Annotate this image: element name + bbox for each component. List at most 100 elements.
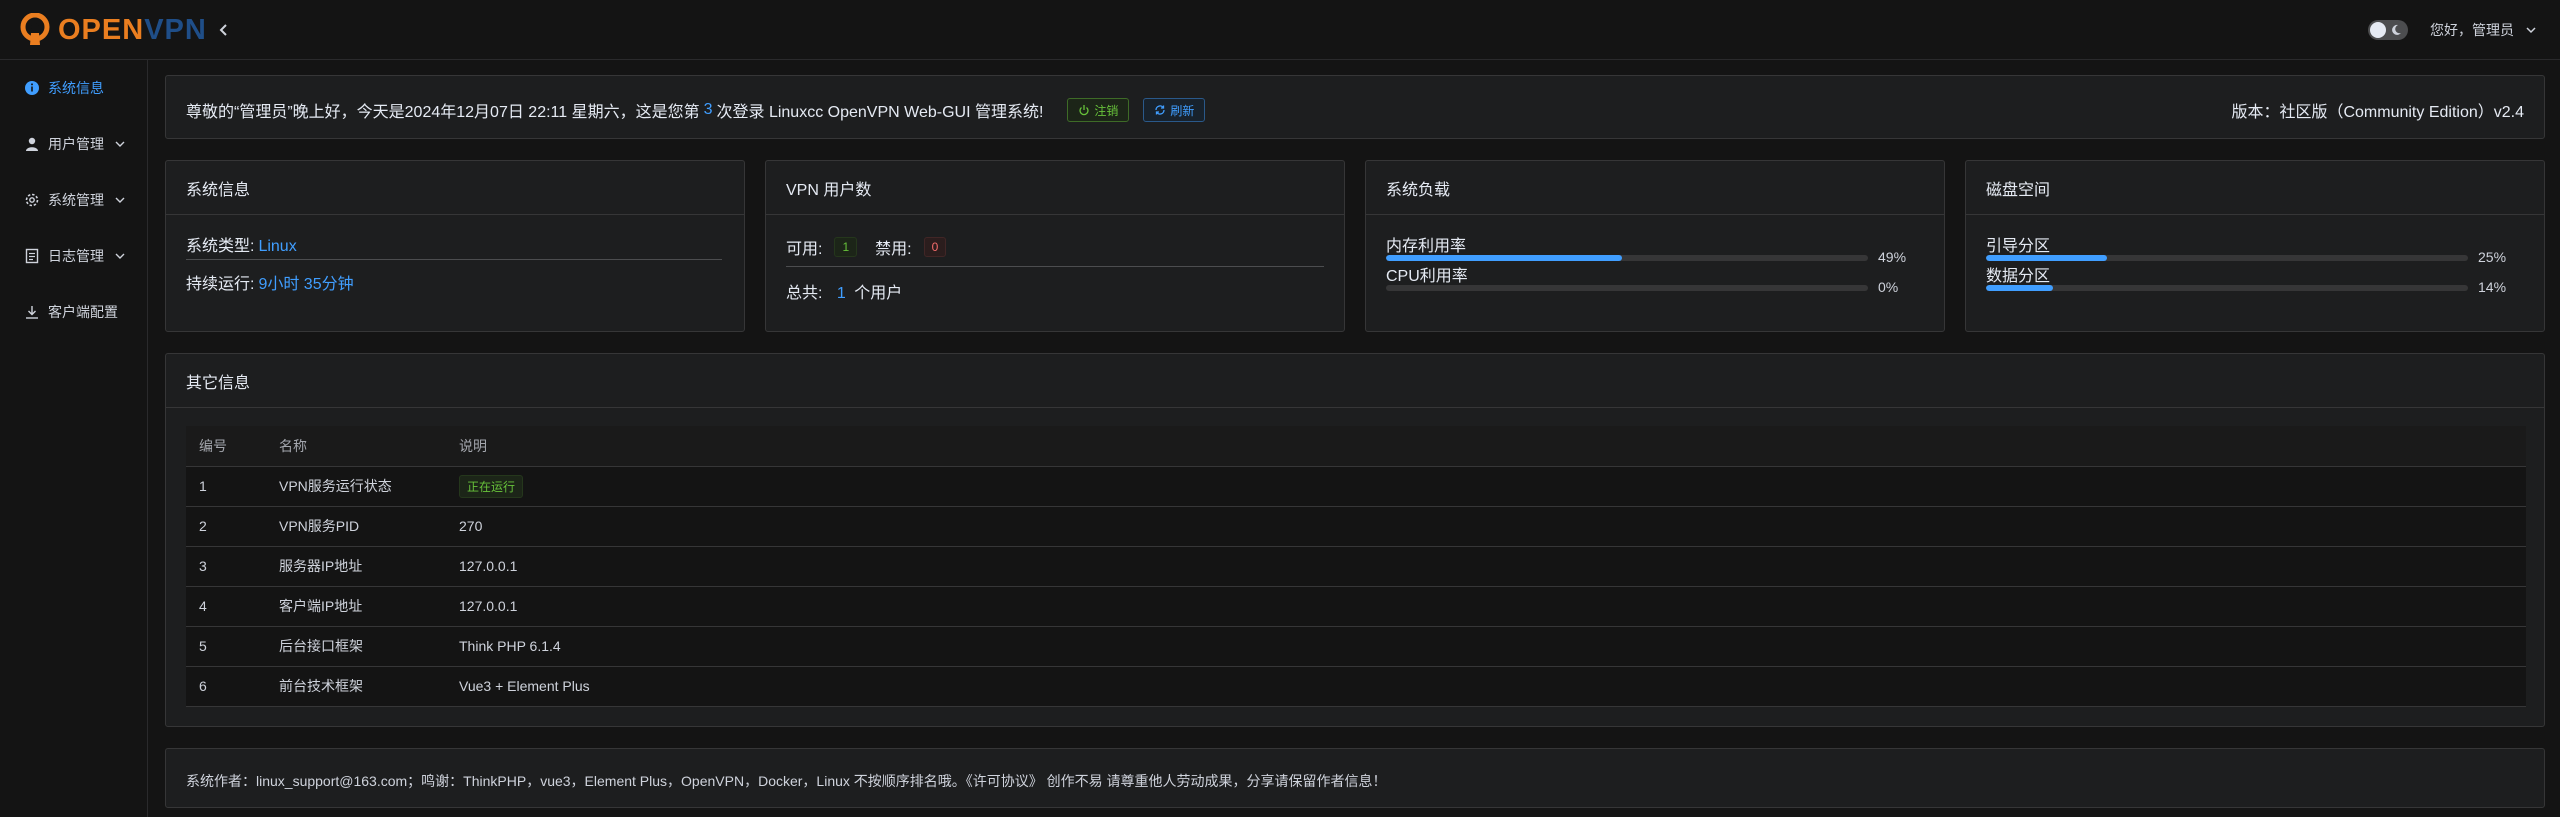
system-info-title: 系统信息	[166, 161, 744, 215]
table-row: 5 后台接口框架 Think PHP 6.1.4	[186, 626, 2526, 667]
sidebar-item-label: 用户管理	[48, 136, 104, 152]
table-header-row: 编号 名称 说明	[186, 426, 2526, 467]
memory-usage-bar	[1386, 255, 1868, 261]
row-id: 3	[186, 546, 266, 587]
other-info-card: 其它信息 编号 名称 说明 1 VPN服务运行状态 正在运行 2 VPN服务PID 270…	[165, 353, 2545, 727]
user-greeting[interactable]: 您好，管理员	[2430, 20, 2514, 40]
disabled-count-badge: 0	[923, 237, 947, 257]
sidebar-item-system-management[interactable]: 系统管理	[0, 172, 147, 228]
sidebar-item-label: 系统信息	[48, 80, 104, 96]
sidebar-item-label: 客户端配置	[48, 304, 118, 320]
row-id: 6	[186, 666, 266, 707]
chevron-down-icon	[115, 253, 125, 259]
row-name: VPN服务PID	[266, 506, 446, 547]
data-partition-percent: 14%	[2478, 279, 2507, 295]
openvpn-logo[interactable]: OPENVPN	[18, 12, 207, 48]
refresh-label: 刷新	[1170, 103, 1195, 118]
memory-usage-label: 内存利用率	[1386, 238, 1467, 255]
table-row: 1 VPN服务运行状态 正在运行	[186, 466, 2526, 507]
disk-space-title: 磁盘空间	[1966, 161, 2544, 215]
row-description: 127.0.0.1	[446, 546, 2526, 587]
openvpn-logo-icon	[20, 13, 50, 45]
disk-space-card: 磁盘空间 引导分区 25% 数据分区 14%	[1965, 160, 2545, 332]
sidebar-item-log-management[interactable]: 日志管理	[0, 228, 147, 284]
divider	[786, 266, 1324, 267]
header-right: 您好，管理员	[2368, 16, 2538, 44]
sidebar-item-user-management[interactable]: 用户管理	[0, 116, 147, 172]
enabled-label: 可用:	[786, 241, 823, 258]
sidebar-item-system-info[interactable]: 系统信息	[0, 60, 147, 116]
table-row: 3 服务器IP地址 127.0.0.1	[186, 546, 2526, 587]
footer-credits: 系统作者：linux_support@163.com；鸣谢：ThinkPHP，v…	[186, 773, 1387, 789]
system-type-value: Linux	[258, 238, 297, 255]
column-header-description[interactable]: 说明	[446, 426, 2526, 467]
boot-partition-label: 引导分区	[1986, 238, 2051, 255]
system-type-row: 系统类型: Linux	[186, 232, 297, 256]
welcome-card: 尊敬的“管理员”晚上好，今天是2024年12月07日 22:11 星期六，这是您…	[165, 75, 2545, 139]
collapse-sidebar-button[interactable]	[214, 18, 234, 42]
sidebar-item-client-config[interactable]: 客户端配置	[0, 284, 147, 340]
memory-usage-percent: 49%	[1878, 249, 1907, 265]
logout-label: 注销	[1094, 103, 1119, 118]
top-header: OPENVPN 您好，管理员	[0, 0, 2560, 60]
login-count: 3	[703, 101, 713, 118]
disabled-label: 禁用:	[875, 241, 912, 258]
vpn-users-card: VPN 用户数 可用: 1 禁用: 0 总共: 1 个用户	[765, 160, 1345, 332]
row-id: 5	[186, 626, 266, 667]
uptime-value: 9小时 35分钟	[258, 276, 354, 293]
total-label: 总共:	[786, 285, 823, 302]
theme-toggle-knob	[2370, 22, 2386, 38]
chevron-down-icon[interactable]	[2524, 23, 2538, 37]
system-info-card: 系统信息 系统类型: Linux 持续运行: 9小时 35分钟	[165, 160, 745, 332]
logo-text-open: OPEN	[58, 13, 145, 46]
row-name: 客户端IP地址	[266, 586, 446, 627]
chevron-left-icon	[219, 24, 227, 36]
version-text: 版本：社区版（Community Edition）v2.4	[2231, 104, 2524, 121]
divider	[186, 259, 722, 260]
logout-button[interactable]: 注销	[1067, 98, 1130, 122]
theme-toggle[interactable]	[2368, 20, 2408, 40]
other-info-table: 编号 名称 说明 1 VPN服务运行状态 正在运行 2 VPN服务PID 270 3 服务器I…	[186, 426, 2526, 707]
column-header-name[interactable]: 名称	[266, 426, 446, 467]
vpn-users-title: VPN 用户数	[766, 161, 1344, 215]
gear-icon	[25, 193, 39, 207]
cpu-usage-percent: 0%	[1878, 279, 1899, 295]
row-id: 1	[186, 466, 266, 507]
service-status-badge: 正在运行	[459, 474, 524, 498]
system-load-card: 系统负载 内存利用率 49% CPU利用率 0%	[1365, 160, 1945, 332]
row-description: 127.0.0.1	[446, 586, 2526, 627]
total-unit: 个用户	[854, 285, 903, 302]
row-name: 服务器IP地址	[266, 546, 446, 587]
table-row: 2 VPN服务PID 270	[186, 506, 2526, 547]
data-partition-bar	[1986, 285, 2468, 291]
total-count: 1	[836, 285, 846, 302]
other-info-title: 其它信息	[166, 354, 2544, 408]
user-icon	[26, 137, 38, 151]
row-name: VPN服务运行状态	[266, 466, 446, 507]
refresh-button[interactable]: 刷新	[1143, 98, 1206, 122]
row-description: 正在运行	[446, 466, 2526, 507]
welcome-text-before: 尊敬的“管理员”晚上好，今天是2024年12月07日 22:11 星期六，这是您…	[186, 104, 700, 121]
total-users-row: 总共: 1 个用户	[786, 279, 902, 303]
enabled-count-badge: 1	[834, 237, 858, 257]
boot-partition-bar	[1986, 255, 2468, 261]
cpu-usage-bar	[1386, 285, 1868, 291]
sidebar-item-label: 系统管理	[48, 192, 104, 208]
power-icon	[1079, 105, 1090, 116]
row-description: 270	[446, 506, 2526, 547]
system-type-label: 系统类型:	[186, 238, 255, 255]
refresh-icon	[1155, 105, 1166, 115]
footer-card: 系统作者：linux_support@163.com；鸣谢：ThinkPHP，v…	[165, 748, 2545, 808]
uptime-row: 持续运行: 9小时 35分钟	[186, 270, 354, 294]
sidebar-item-label: 日志管理	[48, 248, 104, 264]
column-header-id[interactable]: 编号	[186, 426, 266, 467]
row-name: 前台技术框架	[266, 666, 446, 707]
chevron-down-icon	[115, 141, 125, 147]
row-name: 后台接口框架	[266, 626, 446, 667]
table-row: 4 客户端IP地址 127.0.0.1	[186, 586, 2526, 627]
logo-text: OPENVPN	[58, 14, 207, 47]
row-description: Think PHP 6.1.4	[446, 626, 2526, 667]
row-description: Vue3 + Element Plus	[446, 666, 2526, 707]
data-partition-label: 数据分区	[1986, 268, 2051, 285]
boot-partition-percent: 25%	[2478, 249, 2507, 265]
